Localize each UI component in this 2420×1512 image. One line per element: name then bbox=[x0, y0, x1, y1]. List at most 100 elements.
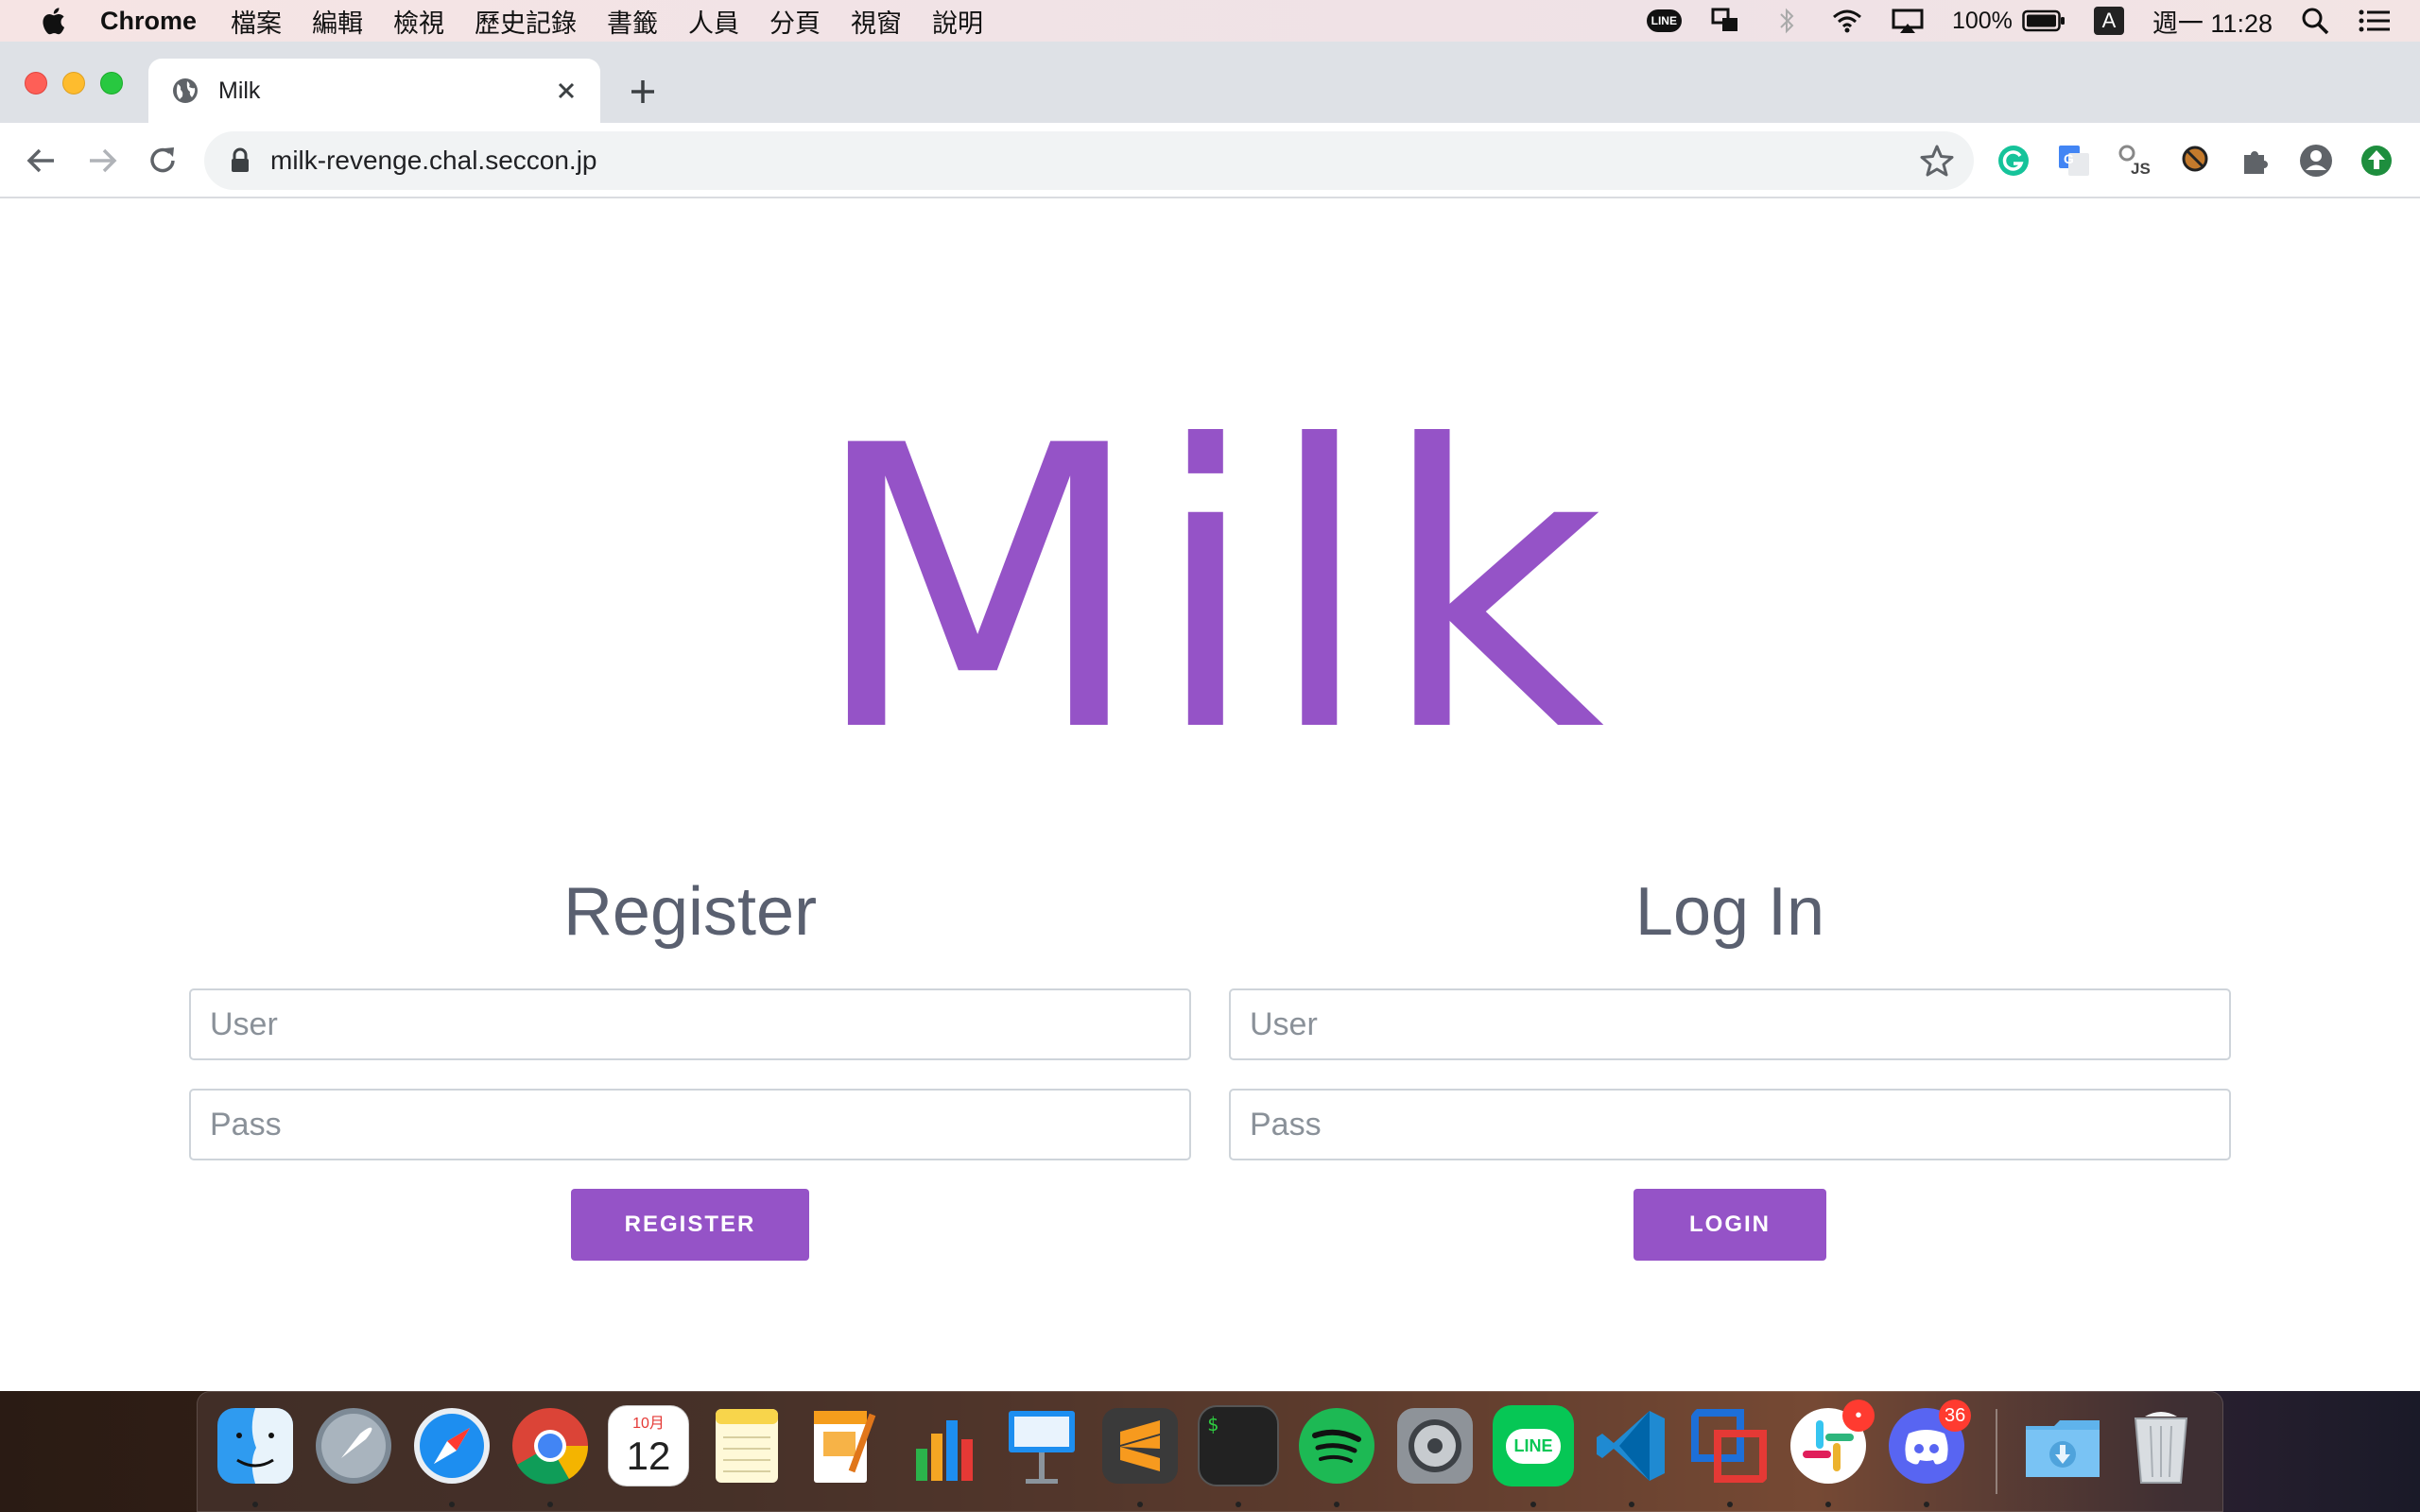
launchpad-rocket-icon[interactable] bbox=[313, 1405, 394, 1486]
profile-avatar-icon[interactable] bbox=[2295, 140, 2337, 181]
safari-compass-icon[interactable] bbox=[411, 1405, 493, 1486]
menu-tab[interactable]: 分頁 bbox=[769, 3, 821, 40]
tab-strip: Milk bbox=[0, 42, 2420, 123]
globe-icon bbox=[173, 78, 198, 103]
sublime-text-icon[interactable] bbox=[1099, 1405, 1181, 1486]
reload-icon[interactable] bbox=[142, 140, 183, 181]
menu-window[interactable]: 視窗 bbox=[851, 3, 902, 40]
window-minimize-button[interactable] bbox=[62, 72, 85, 94]
airplay-icon[interactable] bbox=[1892, 8, 1924, 34]
menu-bar: Chrome 檔案 編輯 檢視 歷史記錄 書籤 人員 分頁 視窗 說明 LINE… bbox=[0, 0, 2420, 42]
window-close-button[interactable] bbox=[25, 72, 47, 94]
chrome-running-dot bbox=[547, 1502, 553, 1507]
page-content: Milk Register REGISTER Log In LOGIN bbox=[0, 198, 2420, 1391]
terminal-running-dot bbox=[1236, 1502, 1241, 1507]
tab-milk[interactable]: Milk bbox=[148, 59, 600, 123]
vscode-icon[interactable] bbox=[1591, 1405, 1672, 1486]
finder-icon[interactable] bbox=[215, 1405, 296, 1486]
login-heading: Log In bbox=[1634, 874, 1825, 950]
svg-text:G: G bbox=[2064, 151, 2074, 166]
calendar-month: 10月 bbox=[632, 1416, 665, 1432]
url-text[interactable]: milk-revenge.chal.seccon.jp bbox=[270, 146, 597, 176]
line-app-label: LINE bbox=[1506, 1428, 1561, 1464]
control-center-list-icon[interactable] bbox=[2358, 8, 2392, 34]
notes-icon[interactable] bbox=[706, 1405, 787, 1486]
dock: 10月 12 $ LINE • 36 bbox=[197, 1391, 2223, 1512]
status-area: LINE 100% A 週一 11:28 bbox=[1646, 0, 2420, 42]
menu-file[interactable]: 檔案 bbox=[231, 3, 282, 40]
pages-icon[interactable] bbox=[804, 1405, 886, 1486]
vmware-running-dot bbox=[1727, 1502, 1733, 1507]
slack-notification-badge: • bbox=[1842, 1400, 1875, 1432]
wifi-icon[interactable] bbox=[1831, 8, 1863, 34]
register-pass-input[interactable] bbox=[189, 1089, 1191, 1160]
menu-edit[interactable]: 編輯 bbox=[312, 3, 363, 40]
blocked-extension-icon[interactable] bbox=[2174, 140, 2216, 181]
calendar-icon[interactable]: 10月 12 bbox=[608, 1405, 689, 1486]
menu-history[interactable]: 歷史記錄 bbox=[475, 3, 577, 40]
window-zoom-button[interactable] bbox=[100, 72, 123, 94]
dock-separator bbox=[1996, 1409, 1997, 1494]
svg-text:JS: JS bbox=[2131, 160, 2151, 178]
forward-arrow-icon[interactable] bbox=[81, 140, 123, 181]
safari-running-dot bbox=[449, 1502, 455, 1507]
extensions-puzzle-icon[interactable] bbox=[2235, 140, 2276, 181]
system-preferences-gear-icon[interactable] bbox=[1394, 1405, 1476, 1486]
chrome-icon[interactable] bbox=[510, 1405, 591, 1486]
update-arrow-icon[interactable] bbox=[2356, 140, 2397, 181]
menu-app-name[interactable]: Chrome bbox=[100, 7, 197, 36]
vscode-running-dot bbox=[1629, 1502, 1634, 1507]
login-user-input[interactable] bbox=[1229, 988, 2231, 1060]
vmware-icon[interactable] bbox=[1689, 1405, 1771, 1486]
login-button[interactable]: LOGIN bbox=[1634, 1189, 1826, 1261]
login-pass-input[interactable] bbox=[1229, 1089, 2231, 1160]
finder-running-dot bbox=[252, 1502, 258, 1507]
battery-icon[interactable] bbox=[2022, 9, 2066, 32]
menu-bookmarks[interactable]: 書籤 bbox=[607, 3, 658, 40]
calendar-day: 12 bbox=[626, 1434, 671, 1478]
google-translate-extension-icon[interactable]: G bbox=[2053, 140, 2095, 181]
address-bar[interactable]: milk-revenge.chal.seccon.jp bbox=[204, 131, 1974, 190]
clock[interactable]: 週一 11:28 bbox=[2152, 3, 2273, 40]
js-extension-icon[interactable]: JS bbox=[2114, 140, 2155, 181]
register-button[interactable]: REGISTER bbox=[571, 1189, 809, 1261]
lock-icon[interactable] bbox=[229, 146, 251, 175]
spotlight-search-icon[interactable] bbox=[2301, 7, 2329, 35]
screen-share-icon[interactable] bbox=[1710, 8, 1742, 34]
bookmark-star-icon[interactable] bbox=[1919, 143, 1955, 179]
close-icon[interactable] bbox=[551, 76, 581, 106]
discord-notification-badge: 36 bbox=[1939, 1400, 1972, 1432]
menu-help[interactable]: 說明 bbox=[932, 3, 983, 40]
login-form: Log In LOGIN bbox=[1229, 860, 2231, 1261]
battery-percent: 100% bbox=[1951, 7, 2013, 34]
sublime-running-dot bbox=[1137, 1502, 1143, 1507]
register-user-input[interactable] bbox=[189, 988, 1191, 1060]
register-heading: Register bbox=[562, 874, 818, 950]
site-logo: Milk bbox=[809, 365, 1611, 817]
menu-view[interactable]: 檢視 bbox=[393, 3, 444, 40]
discord-running-dot bbox=[1924, 1502, 1929, 1507]
browser-window: Milk milk-revenge.chal.seccon.jp G JS Mi… bbox=[0, 42, 2420, 1391]
apple-icon[interactable] bbox=[38, 5, 66, 37]
keynote-podium-icon[interactable] bbox=[1001, 1405, 1082, 1486]
register-form: Register REGISTER bbox=[189, 860, 1191, 1261]
new-tab-plus-icon[interactable] bbox=[625, 74, 661, 110]
tab-title: Milk bbox=[218, 77, 261, 104]
line-app-icon[interactable]: LINE bbox=[1493, 1405, 1574, 1486]
bluetooth-icon[interactable] bbox=[1771, 8, 1803, 34]
line-running-dot bbox=[1530, 1502, 1536, 1507]
line-status-icon[interactable]: LINE bbox=[1646, 9, 1682, 32]
spotify-icon[interactable] bbox=[1296, 1405, 1377, 1486]
terminal-prompt: $ bbox=[1207, 1413, 1219, 1435]
terminal-icon[interactable]: $ bbox=[1198, 1405, 1279, 1486]
input-source-icon[interactable]: A bbox=[2093, 7, 2124, 35]
downloads-folder-icon[interactable] bbox=[2022, 1405, 2103, 1486]
slack-running-dot bbox=[1825, 1502, 1831, 1507]
browser-toolbar: milk-revenge.chal.seccon.jp G JS bbox=[0, 123, 2420, 198]
back-arrow-icon[interactable] bbox=[21, 140, 62, 181]
trash-icon[interactable] bbox=[2120, 1405, 2202, 1486]
grammarly-extension-icon[interactable] bbox=[1993, 140, 2034, 181]
spotify-running-dot bbox=[1334, 1502, 1340, 1507]
menu-people[interactable]: 人員 bbox=[688, 3, 739, 40]
numbers-chart-icon[interactable] bbox=[903, 1405, 984, 1486]
